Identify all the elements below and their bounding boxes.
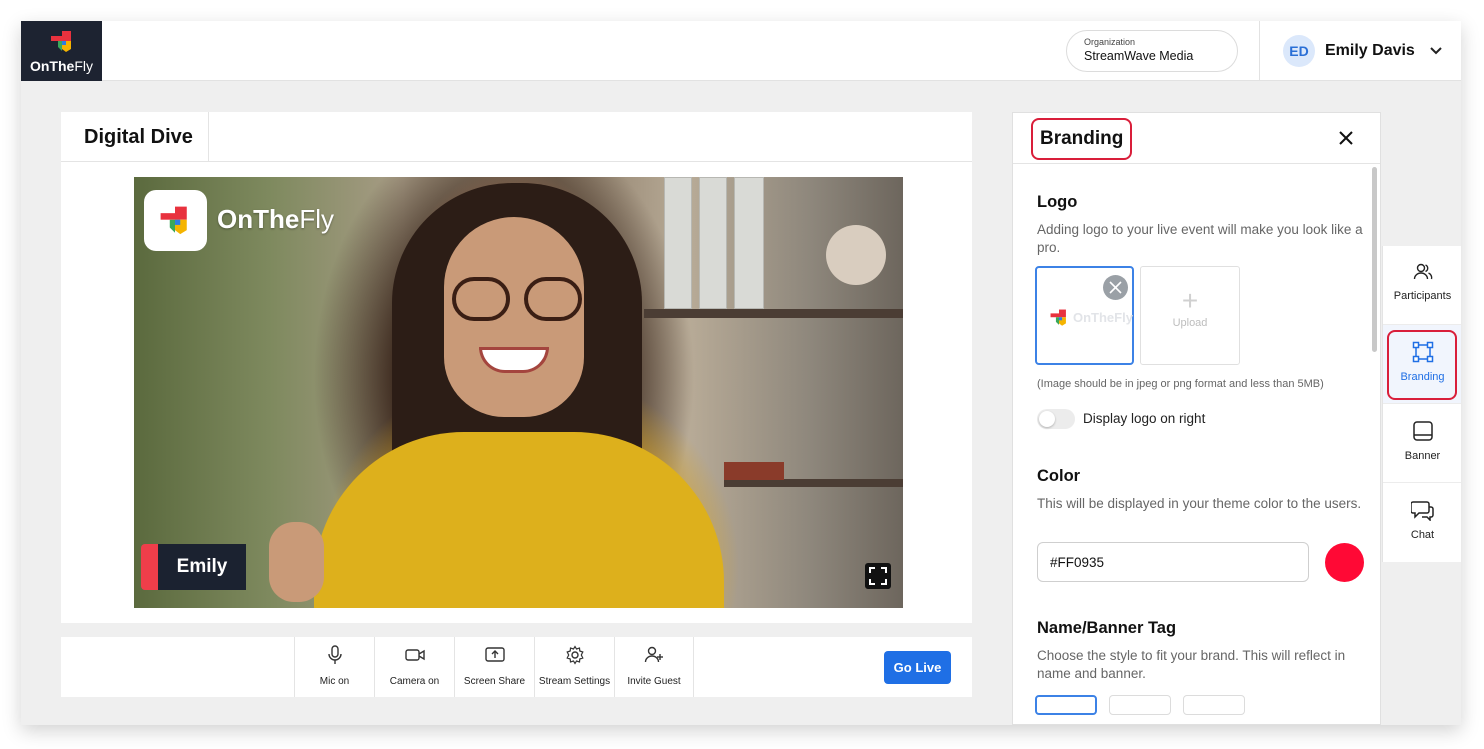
scrollbar-thumb[interactable] xyxy=(1372,167,1377,352)
close-icon[interactable] xyxy=(1338,130,1354,146)
camera-icon xyxy=(404,649,425,661)
stage-card: Digital Dive OnTheFly Emily xyxy=(61,112,972,623)
color-swatch[interactable] xyxy=(1325,543,1364,582)
add-user-icon xyxy=(644,646,663,663)
app-window: OnTheFly Organization StreamWave Media E… xyxy=(21,21,1461,725)
fullscreen-button[interactable] xyxy=(865,563,891,589)
logo-mark-icon xyxy=(51,31,71,52)
avatar: ED xyxy=(1283,35,1315,67)
screen-share-button[interactable]: Screen Share xyxy=(454,637,534,697)
overlay-logo xyxy=(144,190,207,251)
fullscreen-icon xyxy=(869,567,887,585)
rail-item-branding[interactable]: Branding xyxy=(1383,325,1461,404)
background-binder xyxy=(664,177,692,309)
participant-name: Emily xyxy=(158,544,246,590)
organization-selector[interactable]: Organization StreamWave Media xyxy=(1066,30,1238,72)
background-shelf xyxy=(724,479,903,487)
person-hand xyxy=(269,522,324,602)
toggle-knob xyxy=(1039,411,1055,427)
user-name: Emily Davis xyxy=(1325,42,1415,59)
banner-icon xyxy=(1412,421,1433,441)
upload-label: Upload xyxy=(1172,317,1208,329)
camera-button[interactable]: Camera on xyxy=(374,637,454,697)
control-bar: Mic on Camera on Screen Share Stream Set… xyxy=(61,637,972,697)
close-icon xyxy=(1109,281,1122,294)
branding-panel: Branding Logo Adding logo to your live e… xyxy=(1012,112,1381,725)
logo-section-title: Logo xyxy=(1037,193,1078,211)
logo-mark-icon xyxy=(160,206,187,235)
tag-section-title: Name/Banner Tag xyxy=(1037,619,1177,637)
chat-icon xyxy=(1409,501,1434,522)
side-rail: Participants Branding Banner Chat xyxy=(1382,246,1461,562)
gear-icon xyxy=(565,645,584,665)
active-highlight xyxy=(1387,330,1457,400)
organization-name: StreamWave Media xyxy=(1084,49,1194,63)
rail-item-participants[interactable]: Participants xyxy=(1383,246,1461,325)
header-divider xyxy=(1259,21,1260,81)
tag-section-description: Choose the style to fit your brand. This… xyxy=(1037,648,1346,681)
rail-item-banner[interactable]: Banner xyxy=(1383,404,1461,483)
background-books xyxy=(724,462,784,480)
logo-thumbnail-text: OnTheFly xyxy=(1073,310,1133,325)
screen-share-label: Screen Share xyxy=(463,676,526,687)
stage-divider xyxy=(61,161,972,162)
name-tag-accent xyxy=(141,544,158,590)
mic-label: Mic on xyxy=(319,676,350,687)
app-logo[interactable]: OnTheFly xyxy=(21,21,102,81)
logo-section-description: Adding logo to your live event will make… xyxy=(1037,222,1363,255)
go-live-button[interactable]: Go Live xyxy=(884,651,951,684)
tag-style-option[interactable] xyxy=(1183,695,1245,715)
top-bar: OnTheFly Organization StreamWave Media E… xyxy=(21,21,1461,81)
participants-icon xyxy=(1413,263,1432,280)
overlay-logo-text: OnTheFly xyxy=(217,204,335,234)
panel-scrollbar[interactable] xyxy=(1370,165,1378,724)
invite-guest-button[interactable]: Invite Guest xyxy=(614,637,694,697)
person-glasses-right xyxy=(524,277,582,321)
camera-label: Camera on xyxy=(389,676,440,687)
user-menu[interactable]: ED Emily Davis xyxy=(1283,35,1443,67)
stream-settings-button[interactable]: Stream Settings xyxy=(534,637,614,697)
rail-item-chat[interactable]: Chat xyxy=(1383,483,1461,562)
rail-label-participants: Participants xyxy=(1393,290,1452,302)
logo-thumbnail[interactable]: OnTheFly xyxy=(1035,266,1134,365)
mic-button[interactable]: Mic on xyxy=(294,637,374,697)
video-feed: OnTheFly Emily xyxy=(134,177,903,608)
person-shirt xyxy=(314,432,724,608)
background-binder xyxy=(699,177,727,309)
mic-icon xyxy=(327,645,342,664)
color-hex-input[interactable]: #FF0935 xyxy=(1037,542,1309,582)
rail-label-chat: Chat xyxy=(1410,529,1435,541)
screen-share-icon xyxy=(484,647,505,662)
stream-settings-label: Stream Settings xyxy=(538,676,611,687)
logo-format-hint: (Image should be in jpeg or png format a… xyxy=(1037,378,1324,390)
background-shelf xyxy=(644,309,903,318)
display-logo-right-label: Display logo on right xyxy=(1083,411,1206,426)
invite-guest-label: Invite Guest xyxy=(627,676,681,687)
tag-style-option[interactable] xyxy=(1035,695,1097,715)
remove-logo-button[interactable] xyxy=(1103,275,1128,300)
background-binder xyxy=(734,177,764,309)
color-section-description: This will be displayed in your theme col… xyxy=(1037,496,1362,511)
page-title: Digital Dive xyxy=(61,112,209,161)
display-logo-right-toggle[interactable] xyxy=(1037,409,1075,429)
panel-title: Branding xyxy=(1031,118,1133,160)
app-logo-text: OnTheFly xyxy=(29,58,93,74)
participant-name-tag: Emily xyxy=(141,544,246,590)
tag-style-option[interactable] xyxy=(1109,695,1171,715)
background-globe xyxy=(826,225,886,285)
person-glasses-left xyxy=(452,277,510,321)
color-section-title: Color xyxy=(1037,467,1081,485)
rail-label-banner: Banner xyxy=(1404,450,1441,462)
logo-mark-icon xyxy=(1050,309,1066,326)
panel-header: Branding xyxy=(1013,113,1380,164)
plus-icon: + xyxy=(1181,285,1199,316)
upload-logo-button[interactable]: + Upload xyxy=(1140,266,1240,365)
organization-label: Organization xyxy=(1084,37,1136,47)
chevron-down-icon[interactable] xyxy=(1429,44,1443,58)
